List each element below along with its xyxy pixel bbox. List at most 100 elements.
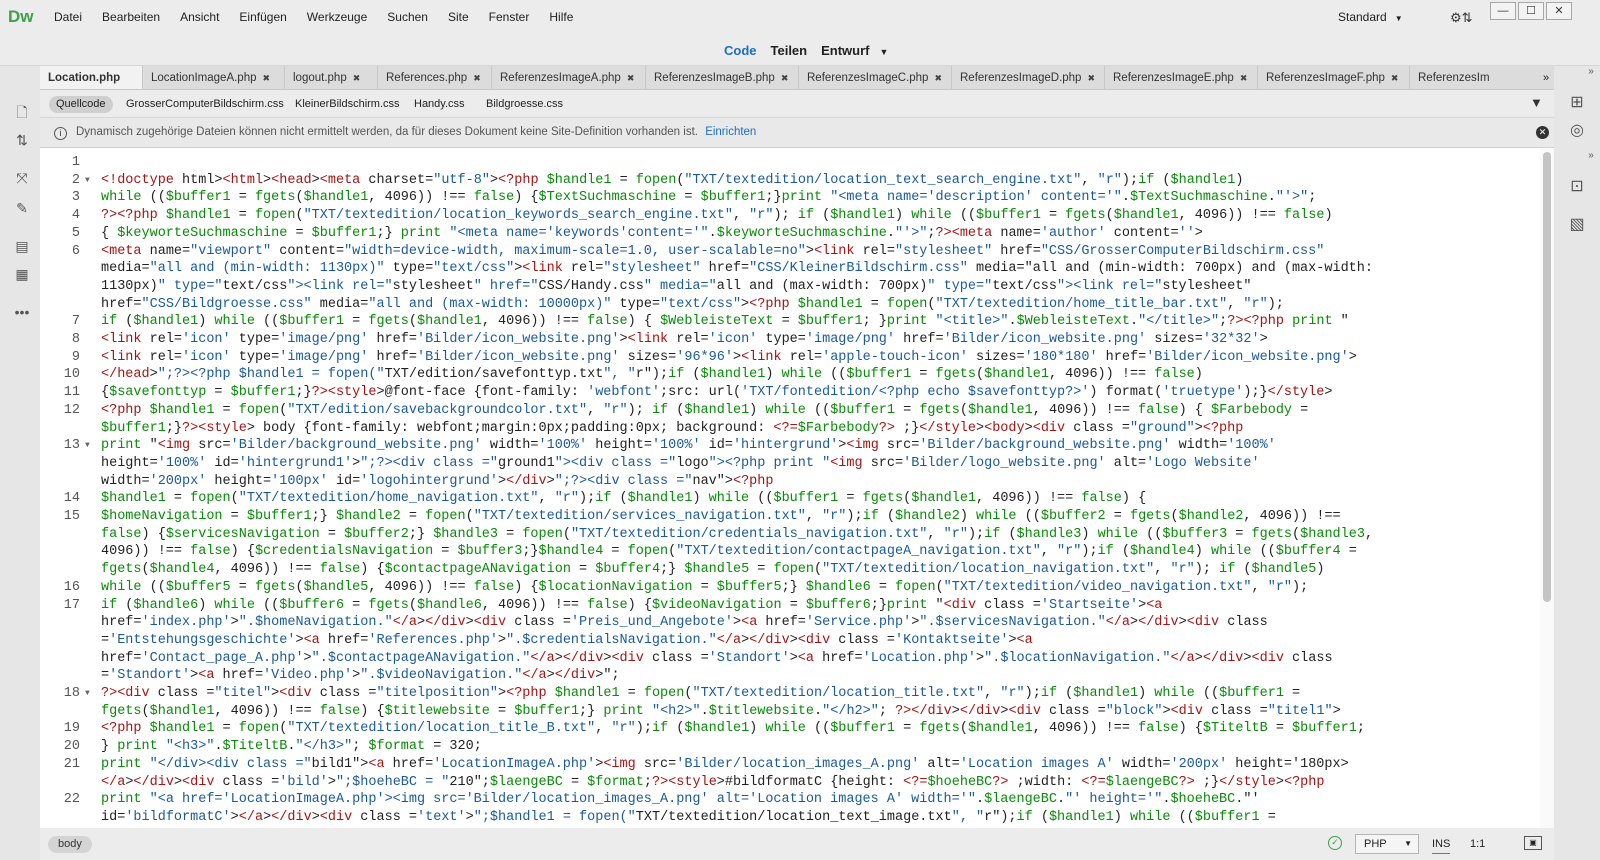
close-icon[interactable]: ✖ xyxy=(627,73,635,83)
close-window-button[interactable]: ✕ xyxy=(1546,2,1572,20)
close-icon[interactable]: ✕ xyxy=(1536,126,1549,139)
close-icon[interactable]: ✖ xyxy=(781,73,789,83)
workspace-switcher[interactable]: Standard ▼ xyxy=(1338,0,1403,34)
code-line[interactable]: 5 { $keyworteSuchmaschine = $buffer1;} pr… xyxy=(40,225,1554,243)
code-line[interactable]: 13 ▼ print "<img src='Bilder/background_w… xyxy=(40,437,1554,455)
design-view-button[interactable]: Entwurf ▼ xyxy=(821,43,888,58)
filter-icon[interactable]: ▼ xyxy=(1530,95,1543,110)
code-line[interactable]: fgets($handle4, 4096)) !== false) {$cont… xyxy=(40,561,1554,579)
new-document-icon[interactable]: 🗋 xyxy=(13,102,31,126)
code-line[interactable]: 12 <?php $handle1 = fopen("TXT/edition/sa… xyxy=(40,402,1554,420)
close-icon[interactable]: ✖ xyxy=(934,73,942,83)
expand-panel-icon[interactable]: » xyxy=(1580,150,1600,161)
tab-logout-php[interactable]: logout.php ✖ xyxy=(285,66,378,89)
comment-icon[interactable]: ▤ xyxy=(13,238,31,255)
tab-referenzesimagec-php[interactable]: ReferenzesImageC.php ✖ xyxy=(799,66,952,89)
expand-panel-icon[interactable]: » xyxy=(1580,66,1600,77)
sync-settings-icon[interactable]: ⚙⇅ xyxy=(1450,10,1473,26)
code-line[interactable]: 19 <?php $handle1 = fopen("TXT/texteditio… xyxy=(40,720,1554,738)
menu-ansicht[interactable]: Ansicht xyxy=(170,0,229,34)
tab-referenzesimaged-php[interactable]: ReferenzesImageD.php ✖ xyxy=(952,66,1105,89)
code-line[interactable]: 22 print "<a href='LocationImageA.php'><i… xyxy=(40,791,1554,809)
code-line[interactable]: false) {$servicesNavigation = $buffer2;}… xyxy=(40,526,1554,544)
tab-referenzesimage-more[interactable]: ReferenzesIm xyxy=(1410,66,1538,89)
fold-arrow-icon[interactable]: ▼ xyxy=(85,437,90,455)
scrollbar-thumb[interactable] xyxy=(1543,152,1551,602)
related-file-quellcode[interactable]: Quellcode xyxy=(49,96,113,113)
code-line[interactable]: 20} print "<h3>".$TiteltB."</h3>"; $form… xyxy=(40,738,1554,756)
code-line[interactable]: 7 if ($handle1) while (($buffer1 = fgets(… xyxy=(40,313,1554,331)
related-file-grossercomputerbildschirm[interactable]: GrosserComputerBildschirm.css xyxy=(126,96,284,113)
code-line[interactable]: ='Entstehungsgeschichte'><a href='Refere… xyxy=(40,632,1554,650)
tab-location-php[interactable]: Location.php xyxy=(40,66,143,89)
menu-bearbeiten[interactable]: Bearbeiten xyxy=(92,0,170,34)
code-line[interactable]: height='100%' id='hintergrund1'>";?><div… xyxy=(40,455,1554,473)
code-line[interactable]: href="CSS/Bildgroesse.css" media="all an… xyxy=(40,296,1554,314)
code-line[interactable]: ='Standort'><a href='Video.php'>".$video… xyxy=(40,667,1554,685)
close-icon[interactable]: ✖ xyxy=(1240,73,1248,83)
insert-mode[interactable]: INS xyxy=(1432,834,1451,854)
more-icon[interactable]: ••• xyxy=(13,304,31,320)
creative-cloud-icon[interactable]: ◎ xyxy=(1566,120,1588,140)
tag-selector[interactable]: body xyxy=(48,836,92,853)
close-icon[interactable]: ✖ xyxy=(353,73,361,83)
close-icon[interactable]: ✖ xyxy=(1087,73,1095,83)
menu-hilfe[interactable]: Hilfe xyxy=(539,0,583,34)
fold-arrow-icon[interactable]: ▼ xyxy=(85,172,90,190)
code-line[interactable]: </a></div><div class ='bild'>";$hoeheBC … xyxy=(40,774,1554,792)
code-line[interactable]: id='bildformatC'></a></div><div class ='… xyxy=(40,809,1554,827)
fold-arrow-icon[interactable]: ▼ xyxy=(85,685,90,703)
tab-overflow-icon[interactable]: » xyxy=(1538,66,1554,89)
live-preview-icon[interactable]: ▣ xyxy=(1524,836,1542,850)
code-line[interactable]: $buffer1;}?><style> body {font-family: w… xyxy=(40,420,1554,438)
code-line[interactable]: 14 $handle1 = fopen("TXT/textedition/home… xyxy=(40,490,1554,508)
maximize-button[interactable]: ☐ xyxy=(1518,2,1544,20)
menu-site[interactable]: Site xyxy=(438,0,479,34)
code-line[interactable]: 6 <meta name="viewport" content="width=de… xyxy=(40,243,1554,261)
file-transfer-icon[interactable]: ⇅ xyxy=(13,132,31,149)
code-line[interactable]: 17 if ($handle6) while (($buffer6 = fgets… xyxy=(40,597,1554,615)
code-line[interactable]: 16 while (($buffer5 = fgets($handle5, 409… xyxy=(40,579,1554,597)
related-file-bildgroesse[interactable]: Bildgroesse.css xyxy=(486,96,563,113)
code-line[interactable]: 21 print "</div><div class ="bild1"><a h… xyxy=(40,756,1554,774)
code-line[interactable]: 1130px)" type="text/css"><link rel="styl… xyxy=(40,278,1554,296)
code-line[interactable]: 11 {$savefonttyp = $buffer1;}?><style>@fo… xyxy=(40,384,1554,402)
code-line[interactable]: fgets($handle1, 4096)) !== false) {$titl… xyxy=(40,703,1554,721)
menu-suchen[interactable]: Suchen xyxy=(377,0,438,34)
tab-referenzesimagee-php[interactable]: ReferenzesImageE.php ✖ xyxy=(1105,66,1258,89)
code-line[interactable]: 15 $homeNavigation = $buffer1;} $handle2 … xyxy=(40,508,1554,526)
snippets-icon[interactable]: ▧ xyxy=(1566,214,1588,234)
code-editor[interactable]: 1 2 ▼ <!doctype html><html><head><meta char… xyxy=(40,148,1554,828)
code-line[interactable]: 2 ▼ <!doctype html><html><head><meta chars… xyxy=(40,172,1554,190)
close-icon[interactable]: ✖ xyxy=(473,73,481,83)
code-line[interactable]: 10 </head>";?><?php $handle1 = fopen("TXT… xyxy=(40,366,1554,384)
close-icon[interactable]: ✖ xyxy=(263,73,271,83)
insert-panel-icon[interactable]: ⊡ xyxy=(1566,176,1588,196)
tab-references-php[interactable]: References.php ✖ xyxy=(378,66,492,89)
menu-werkzeuge[interactable]: Werkzeuge xyxy=(297,0,377,34)
code-line[interactable]: 18 ▼ ?><div class ="titel"><div class ="ti… xyxy=(40,685,1554,703)
menu-einfuegen[interactable]: Einfügen xyxy=(229,0,296,34)
code-line[interactable]: 9 <link rel='icon' type='image/png' href=… xyxy=(40,349,1554,367)
code-line[interactable]: 4 ?><?php $handle1 = fopen("TXT/textediti… xyxy=(40,207,1554,225)
minimize-button[interactable]: — xyxy=(1490,2,1516,20)
related-file-handy[interactable]: Handy.css xyxy=(414,96,465,113)
code-line[interactable]: width='200px' height='100px' id='logohin… xyxy=(40,473,1554,491)
menu-datei[interactable]: Datei xyxy=(44,0,92,34)
related-file-kleinerbildschirm[interactable]: KleinerBildschirm.css xyxy=(295,96,400,113)
menu-fenster[interactable]: Fenster xyxy=(479,0,540,34)
language-select[interactable]: PHP ▼ xyxy=(1355,834,1419,854)
code-view-button[interactable]: Code xyxy=(724,43,757,58)
close-icon[interactable]: ✖ xyxy=(1391,73,1399,83)
tab-locationimagea-php[interactable]: LocationImageA.php ✖ xyxy=(143,66,285,89)
code-line[interactable]: 1 xyxy=(40,154,1554,172)
tab-referenzesimagea-php[interactable]: ReferenzesImageA.php ✖ xyxy=(492,66,646,89)
code-line[interactable]: 8 <link rel='icon' type='image/png' href=… xyxy=(40,331,1554,349)
code-line[interactable]: media="all and (min-width: 1130px)" type… xyxy=(40,260,1554,278)
code-line[interactable]: 3 while (($buffer1 = fgets($handle1, 4096… xyxy=(40,189,1554,207)
collapse-icon[interactable]: ⤧ xyxy=(13,170,31,187)
split-view-button[interactable]: Teilen xyxy=(771,43,808,58)
code-line[interactable]: href='index.php'>".$homeNavigation."</a>… xyxy=(40,614,1554,632)
dom-panel-icon[interactable]: ⊞ xyxy=(1566,92,1588,112)
code-line[interactable]: href='Contact_page_A.php'>".$contactpage… xyxy=(40,650,1554,668)
